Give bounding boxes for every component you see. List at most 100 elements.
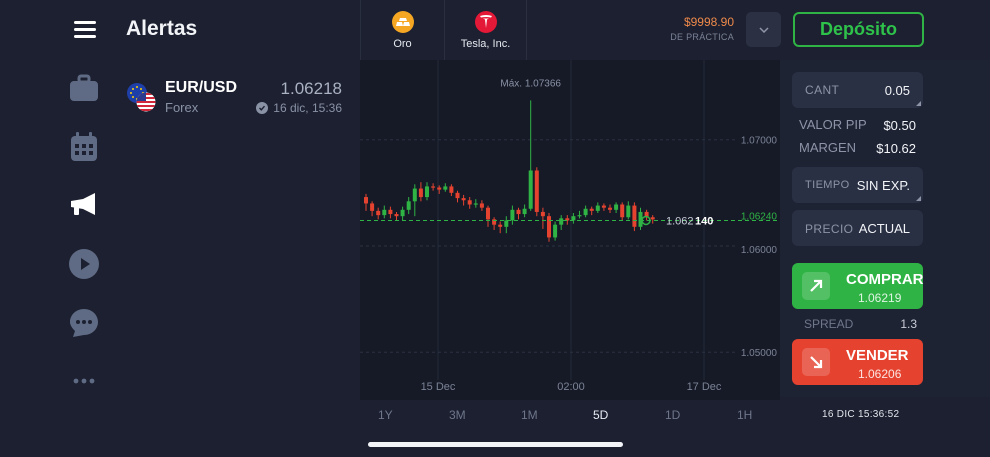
sell-button[interactable]: VENDER 1.06206	[792, 339, 923, 385]
candle-body	[608, 207, 612, 210]
candle-body	[589, 208, 594, 211]
candle-body	[382, 209, 387, 216]
expiration-field[interactable]: TIEMPO SIN EXP.	[792, 167, 923, 203]
candle-body	[486, 207, 490, 220]
current-price-label: 1.062	[666, 215, 694, 227]
candle-body	[522, 208, 527, 215]
candle-body	[443, 186, 448, 190]
spread-label: SPREAD	[804, 317, 854, 331]
price-label: PRECIO	[805, 222, 854, 236]
candle-body	[510, 209, 515, 221]
account-dropdown-button[interactable]	[746, 12, 781, 47]
candle-body	[467, 200, 472, 205]
timeframe-1h[interactable]: 1H	[737, 408, 752, 422]
y-tick-label: 1.05000	[741, 348, 778, 359]
y-tick-label: 1.06000	[741, 245, 778, 256]
candle-body	[425, 186, 429, 198]
candle-body	[473, 203, 478, 205]
candle-body	[479, 203, 484, 208]
megaphone-icon[interactable]	[69, 190, 99, 220]
more-icon[interactable]	[69, 366, 99, 396]
balance-amount: $9998.90	[683, 15, 734, 29]
candle-body	[418, 188, 423, 198]
timeframe-5d[interactable]: 5D	[593, 408, 608, 422]
candle-body	[583, 208, 588, 216]
pip-value-label: VALOR PIP	[799, 117, 867, 132]
tab-gold[interactable]: Oro	[361, 0, 445, 60]
price-chart[interactable]: Máx. 1.07366 1.062 140 1.07000 1.06240 1.0600…	[360, 60, 780, 400]
margin-label: MARGEN	[799, 140, 857, 155]
tab-gold-label: Oro	[393, 37, 412, 50]
candle-body	[437, 187, 442, 190]
candle-body	[449, 186, 454, 193]
balance[interactable]: $9998.90 DE PRÁCTICA	[661, 15, 734, 42]
trade-panel: CANT 0.05 VALOR PIP $0.50 MARGEN $10.62 …	[780, 60, 990, 397]
buy-price: 1.06219	[858, 291, 902, 305]
candle-body	[620, 204, 625, 218]
candle-body	[364, 197, 368, 204]
amount-value: 0.05	[884, 83, 910, 98]
clock: 16 DIC 15:36:52	[822, 409, 900, 420]
price-value: ACTUAL	[858, 221, 910, 236]
candle-body	[650, 217, 655, 220]
alert-item[interactable]: EUR/USD Forex 1.06218 16 dic, 15:36	[124, 76, 354, 120]
menu-icon[interactable]	[74, 21, 96, 38]
amount-field[interactable]: CANT 0.05	[792, 72, 923, 108]
top-bar: Oro Tesla, Inc. $9998.90 DE PRÁCTICA Dep…	[360, 0, 990, 60]
alert-category: Forex	[165, 100, 199, 115]
x-tick-label: 17 Dec	[687, 381, 722, 393]
price-field[interactable]: PRECIO ACTUAL	[792, 210, 923, 246]
buy-label: COMPRAR	[846, 271, 924, 288]
alert-pair: EUR/USD	[165, 79, 238, 96]
timeframe-1d[interactable]: 1D	[665, 408, 680, 422]
gold-icon	[391, 10, 414, 33]
candle-body	[504, 220, 509, 227]
candle-body	[516, 209, 521, 215]
sell-price: 1.06206	[858, 367, 902, 381]
candle-body	[534, 170, 539, 212]
candle-body	[540, 211, 545, 217]
deposit-button[interactable]: Depósito	[793, 12, 924, 47]
calendar-icon[interactable]	[69, 132, 99, 162]
candle-body	[431, 186, 436, 188]
candle-body	[632, 205, 637, 227]
candle-body	[394, 214, 399, 217]
resize-corner-icon	[916, 196, 921, 201]
candle-body	[553, 224, 558, 238]
tab-tesla[interactable]: Tesla, Inc.	[445, 0, 527, 60]
spread-value: 1.3	[900, 317, 917, 331]
candle-body	[601, 205, 606, 208]
chat-icon[interactable]	[69, 308, 99, 338]
chart-canvas[interactable]: Máx. 1.07366 1.062 140 1.07000 1.06240 1.0600…	[360, 60, 780, 400]
account-mode: DE PRÁCTICA	[670, 32, 734, 42]
margin-value: $10.62	[876, 141, 916, 156]
candle-body	[400, 209, 405, 217]
candle-body	[571, 216, 576, 221]
current-price-label-bold: 140	[695, 215, 713, 227]
candle-body	[577, 215, 582, 217]
timeframe-3m[interactable]: 3M	[449, 408, 466, 422]
time-value: SIN EXP.	[856, 178, 910, 193]
sell-label: VENDER	[846, 347, 909, 364]
candle-body	[626, 205, 631, 218]
check-icon	[256, 102, 269, 114]
alert-price: 1.06218	[280, 79, 342, 98]
tab-tesla-label: Tesla, Inc.	[460, 37, 511, 50]
chevron-down-icon	[758, 26, 769, 33]
candle-body	[412, 188, 417, 202]
x-tick-label: 15 Dec	[421, 381, 456, 393]
home-indicator[interactable]	[368, 442, 623, 447]
buy-button[interactable]: COMPRAR 1.06219	[792, 263, 924, 309]
candle-body	[547, 216, 551, 238]
timeframe-1y[interactable]: 1Y	[378, 408, 393, 422]
candle-body	[528, 170, 533, 209]
candle-body	[595, 205, 600, 211]
candle-body	[455, 192, 460, 199]
play-icon[interactable]	[69, 249, 99, 279]
arrow-down-right-icon	[802, 348, 830, 376]
candle-body	[614, 204, 619, 210]
timeframe-1m[interactable]: 1M	[521, 408, 538, 422]
pip-value: $0.50	[883, 118, 916, 133]
tesla-icon	[474, 10, 497, 33]
briefcase-icon[interactable]	[69, 73, 99, 103]
